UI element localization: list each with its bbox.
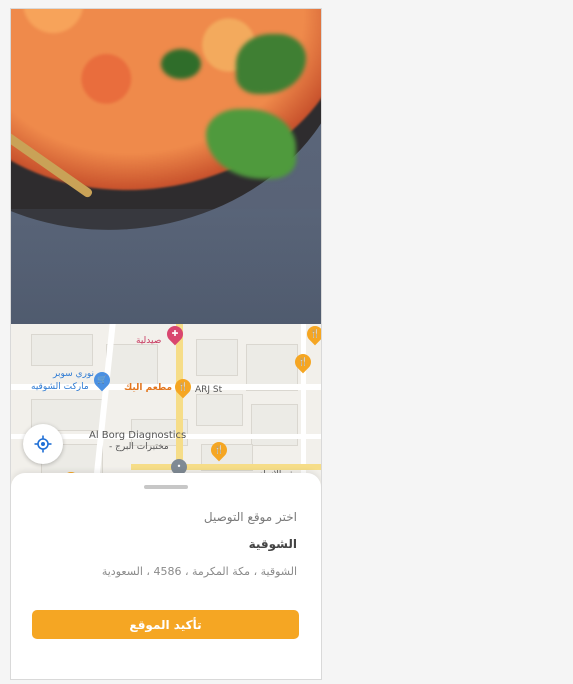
sheet-drag-handle[interactable] — [144, 485, 188, 489]
selected-location-title: الشوقية — [248, 537, 297, 551]
map-view[interactable]: ✚ صيدلية 🍴 🍴 🛒 نوري سوبر ماركت الشوقيه 🍴… — [11, 324, 321, 489]
crosshair-locate-icon — [34, 435, 52, 453]
delivery-location-prompt: اختر موقع التوصيل — [203, 510, 297, 524]
app-screen: ✚ صيدلية 🍴 🍴 🛒 نوري سوبر ماركت الشوقيه 🍴… — [10, 8, 322, 680]
restaurant-pin-icon[interactable]: 🍴 — [291, 350, 315, 374]
restaurant-pin-icon[interactable]: 🍴 — [303, 324, 321, 346]
restaurant-pin-icon[interactable]: 🍴 — [171, 375, 195, 399]
map-label-restaurant: مطعم اليك — [124, 383, 173, 393]
shopping-pin-icon[interactable]: 🛒 — [90, 368, 114, 392]
restaurant-pin-icon[interactable]: 🍴 — [207, 438, 231, 462]
map-label-diagnostics-en: Al Borg Diagnostics — [89, 430, 187, 441]
map-label-nouri-super: نوري سوبر — [53, 369, 95, 379]
locate-me-button[interactable] — [23, 424, 63, 464]
map-label-shoqiya-market: ماركت الشوقيه — [31, 382, 89, 392]
selected-location-address: الشوقية ، مكة المكرمة ، 4586 ، السعودية — [101, 565, 297, 578]
map-label-pharmacy: صيدلية — [136, 336, 162, 346]
map-label-diagnostics-ar: مختبرات البرج - — [109, 442, 169, 452]
location-bottom-sheet: اختر موقع التوصيل الشوقية الشوقية ، مكة … — [11, 473, 321, 679]
confirm-location-button[interactable]: تأكيد الموقع — [32, 610, 299, 639]
food-photo — [11, 9, 321, 324]
map-label-street: ARJ St — [195, 385, 223, 395]
